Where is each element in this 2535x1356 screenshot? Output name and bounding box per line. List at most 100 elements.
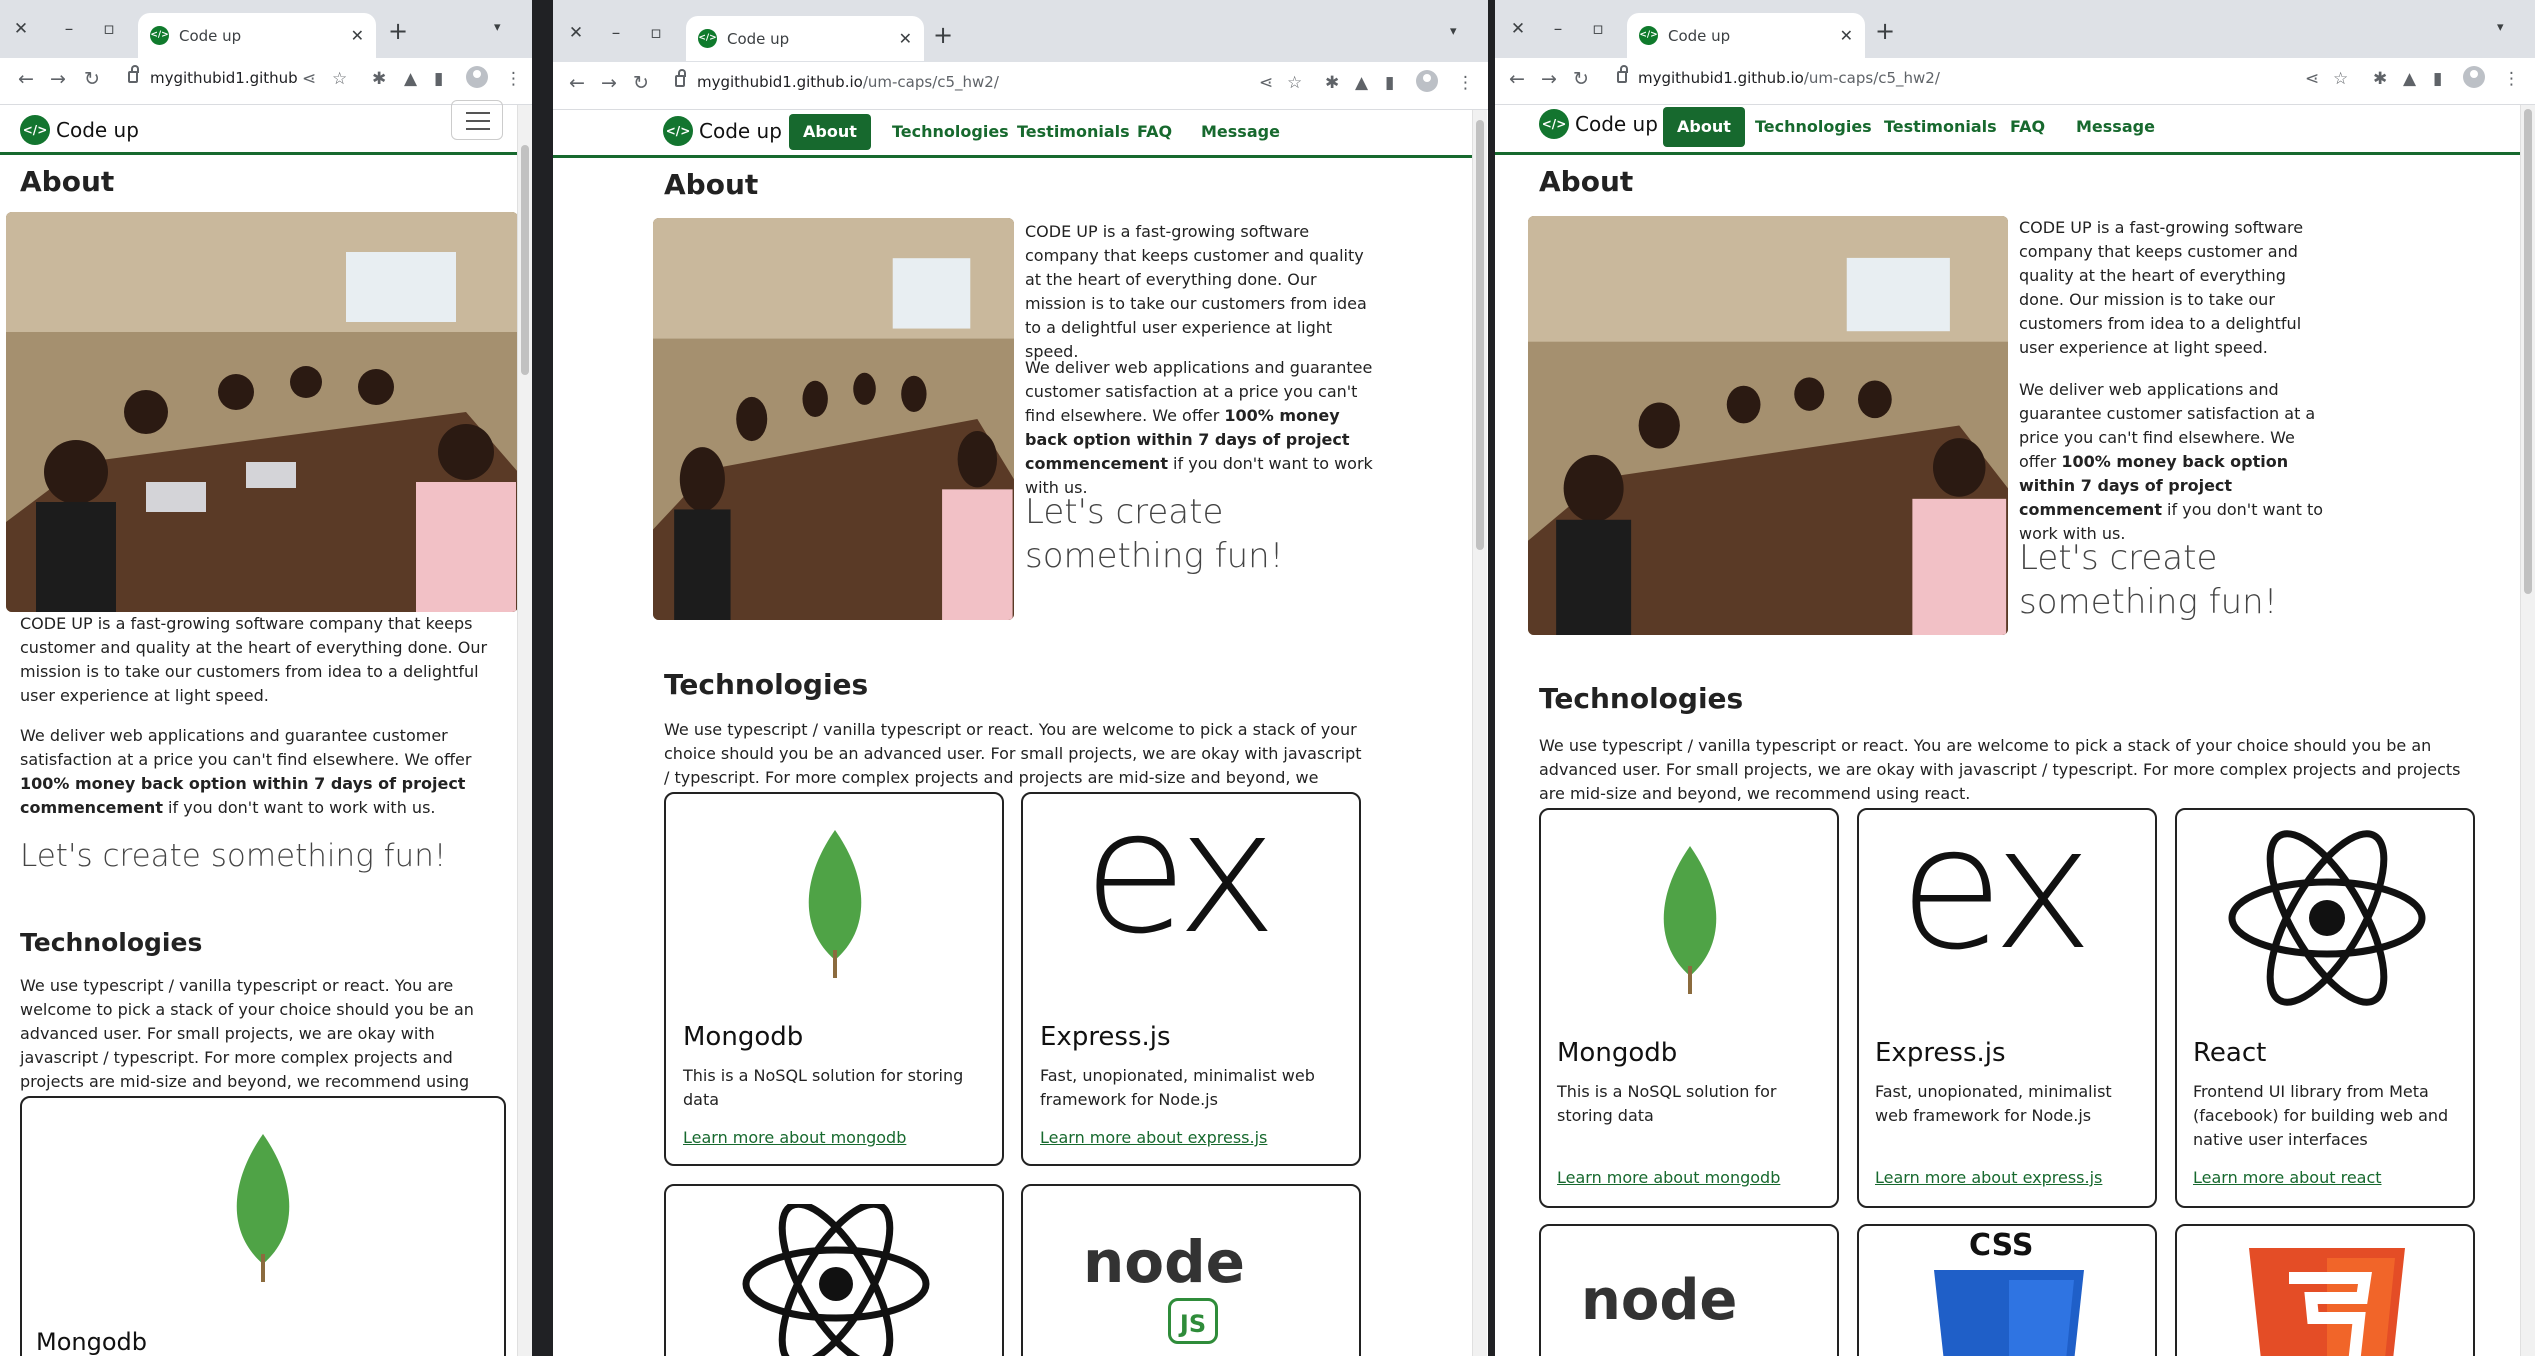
lab-icon[interactable]: ▲	[2403, 67, 2416, 91]
page-scrollbar[interactable]	[517, 105, 532, 1356]
profile-avatar-icon[interactable]	[2463, 66, 2485, 88]
code-up-logo-icon: </>	[20, 115, 50, 145]
menu-kebab-icon[interactable]: ⋮	[2503, 67, 2520, 91]
maximize-window-icon[interactable]: ▫	[1587, 18, 1609, 40]
card-learn-more-link[interactable]: Learn more about mongodb	[1557, 1168, 1780, 1187]
share-icon[interactable]: ⋖	[1259, 71, 1273, 95]
html5-shield-icon	[2249, 1248, 2405, 1356]
tech-card-node: node	[1539, 1224, 1839, 1356]
card-learn-more-link[interactable]: Learn more about react	[2193, 1168, 2382, 1187]
lab-icon[interactable]: ▲	[1355, 71, 1368, 95]
close-window-icon[interactable]: ✕	[565, 22, 587, 44]
brand[interactable]: </> Code up	[663, 116, 782, 146]
scrollbar-thumb[interactable]	[521, 145, 529, 375]
minimize-window-icon[interactable]: –	[58, 18, 80, 40]
extensions-icon[interactable]: ✱	[2373, 67, 2387, 91]
back-icon[interactable]: ←	[18, 66, 34, 92]
page-scrollbar[interactable]	[1472, 110, 1487, 1356]
nav-testimonials[interactable]: Testimonials	[1870, 107, 2011, 147]
reload-icon[interactable]: ↻	[84, 66, 100, 92]
tab-search-icon[interactable]: ▾	[494, 20, 501, 35]
forward-icon[interactable]: →	[1541, 66, 1557, 92]
node-logo: node	[1581, 1268, 1738, 1333]
mongodb-leaf-icon	[1663, 846, 1717, 994]
page-scrollbar[interactable]	[2520, 105, 2535, 1356]
technologies-heading: Technologies	[20, 928, 203, 957]
reload-icon[interactable]: ↻	[1573, 66, 1589, 92]
site-navbar: </> Code up About Technologies Testimoni…	[1495, 105, 2520, 155]
url-domain: mygithubid1.github.io	[1638, 69, 1804, 87]
navbar-toggler-button[interactable]	[451, 100, 503, 140]
card-title: Express.js	[1875, 1038, 2006, 1068]
card-description: This is a NoSQL solution for storing dat…	[683, 1066, 964, 1109]
brand[interactable]: </> Code up	[20, 115, 139, 145]
side-panel-icon[interactable]: ▮	[2433, 67, 2442, 91]
about-p2-end: if you don't want to work with us.	[162, 798, 436, 817]
close-window-icon[interactable]: ✕	[10, 18, 32, 40]
card-title: Mongodb	[36, 1328, 147, 1356]
extensions-icon[interactable]: ✱	[372, 67, 386, 91]
card-learn-more-link[interactable]: Learn more about mongodb	[683, 1128, 906, 1147]
browser-tab[interactable]: </> Code up ✕	[686, 16, 924, 61]
address-bar[interactable]: mygithubid1.github.io/um-caps/c5_hw2/	[697, 73, 1147, 91]
nav-message[interactable]: Message	[1187, 114, 1294, 150]
nav-about[interactable]: About	[1663, 107, 1745, 147]
card-learn-more-link[interactable]: Learn more about express.js	[1875, 1168, 2102, 1187]
side-panel-icon[interactable]: ▮	[1385, 71, 1394, 95]
share-icon[interactable]: ⋖	[302, 67, 316, 91]
browser-window-medium: ✕ – ▫ </> Code up ✕ + ▾ ← → ↻ mygithubid…	[553, 0, 1488, 1356]
browser-tab[interactable]: </> Code up ✕	[1627, 13, 1865, 58]
close-window-icon[interactable]: ✕	[1507, 18, 1529, 40]
desktop: ✕ – ▫ </> Code up ✕ + ▾ ← → ↻ mygithubid…	[0, 0, 2535, 1356]
tab-search-icon[interactable]: ▾	[2497, 20, 2504, 35]
new-tab-icon[interactable]: +	[388, 16, 408, 46]
lets-create-heading: Let's create something fun!	[20, 838, 447, 874]
back-icon[interactable]: ←	[569, 70, 585, 96]
about-heading: About	[664, 168, 759, 201]
close-tab-icon[interactable]: ✕	[1840, 26, 1853, 45]
new-tab-icon[interactable]: +	[1875, 16, 1895, 46]
address-bar[interactable]: mygithubid1.github.i...	[150, 69, 298, 87]
scrollbar-thumb[interactable]	[1476, 120, 1484, 550]
menu-kebab-icon[interactable]: ⋮	[1457, 71, 1474, 95]
tab-search-icon[interactable]: ▾	[1450, 24, 1457, 39]
reload-icon[interactable]: ↻	[633, 70, 649, 96]
nav-message[interactable]: Message	[2062, 107, 2169, 147]
profile-avatar-icon[interactable]	[466, 66, 488, 88]
bookmark-star-icon[interactable]: ☆	[332, 67, 347, 91]
brand-name: Code up	[56, 118, 139, 142]
nav-technologies[interactable]: Technologies	[878, 114, 1023, 150]
browser-tab[interactable]: </> Code up ✕	[138, 13, 376, 58]
lock-icon	[1617, 65, 1628, 83]
nav-faq[interactable]: FAQ	[1996, 107, 2059, 147]
profile-avatar-icon[interactable]	[1416, 70, 1438, 92]
side-panel-icon[interactable]: ▮	[434, 67, 443, 91]
minimize-window-icon[interactable]: –	[605, 22, 627, 44]
card-learn-more-link[interactable]: Learn more about express.js	[1040, 1128, 1267, 1147]
menu-kebab-icon[interactable]: ⋮	[505, 67, 522, 91]
extensions-icon[interactable]: ✱	[1325, 71, 1339, 95]
maximize-window-icon[interactable]: ▫	[645, 22, 667, 44]
minimize-window-icon[interactable]: –	[1547, 18, 1569, 40]
node-logo: node	[1083, 1228, 1245, 1296]
share-icon[interactable]: ⋖	[2305, 67, 2319, 91]
back-icon[interactable]: ←	[1509, 66, 1525, 92]
brand[interactable]: </> Code up	[1539, 109, 1658, 139]
close-tab-icon[interactable]: ✕	[351, 26, 364, 45]
address-bar[interactable]: mygithubid1.github.io/um-caps/c5_hw2/	[1638, 69, 2138, 87]
nav-faq[interactable]: FAQ	[1123, 114, 1186, 150]
new-tab-icon[interactable]: +	[933, 20, 953, 50]
nav-about[interactable]: About	[789, 114, 871, 150]
card-description: Fast, unopionated, minimalist web framew…	[1040, 1066, 1315, 1109]
forward-icon[interactable]: →	[601, 70, 617, 96]
maximize-window-icon[interactable]: ▫	[98, 18, 120, 40]
bookmark-star-icon[interactable]: ☆	[2333, 67, 2348, 91]
bookmark-star-icon[interactable]: ☆	[1287, 71, 1302, 95]
browser-window-narrow: ✕ – ▫ </> Code up ✕ + ▾ ← → ↻ mygithubid…	[0, 0, 532, 1356]
lab-icon[interactable]: ▲	[404, 67, 417, 91]
forward-icon[interactable]: →	[50, 66, 66, 92]
close-tab-icon[interactable]: ✕	[899, 29, 912, 48]
nav-technologies[interactable]: Technologies	[1741, 107, 1886, 147]
scrollbar-thumb[interactable]	[2524, 109, 2532, 594]
react-atom-icon	[742, 1204, 930, 1356]
